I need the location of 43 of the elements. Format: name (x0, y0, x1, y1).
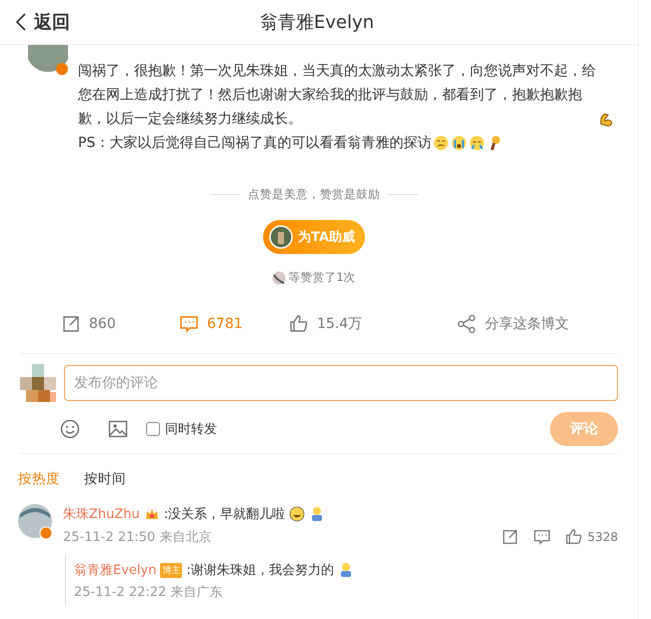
avatar (20, 364, 56, 402)
comment-icon[interactable] (533, 528, 552, 546)
reply-text: :谢谢朱珠姐，我会努力的 (186, 562, 334, 579)
image-icon[interactable] (108, 419, 128, 439)
comment-text: :没关系，早就翻儿啦 (164, 506, 286, 523)
repost-button[interactable]: 860 (61, 314, 179, 334)
page-title: 翁青雅Evelyn (258, 11, 376, 34)
share-button[interactable]: 分享这条博文 (457, 314, 569, 334)
thumbs-up-icon (565, 528, 584, 546)
like-button[interactable]: 5328 (565, 528, 618, 546)
comment-field[interactable]: 发布你的评论 (64, 365, 618, 401)
checkbox-label: 同时转发 (165, 421, 217, 438)
checkbox[interactable] (146, 422, 160, 436)
comment-button[interactable]: 6781 (179, 314, 289, 334)
comment-icon (179, 314, 199, 334)
avatar (269, 225, 294, 249)
share-icon (457, 314, 477, 334)
reward-slogan: 点赞是美意，赞赏是鼓励 (248, 187, 380, 202)
like-button[interactable]: 15.4万 (289, 314, 457, 334)
thumbs-up-icon (289, 314, 309, 334)
commenter-name[interactable]: 翁青雅Evelyn (74, 561, 156, 579)
post-text: PS：大家以后觉得自己闯祸了真的可以看看翁青雅的探访 (78, 134, 432, 153)
reply-time: 25-11-2 22:22 来自广东 (74, 584, 224, 602)
avatar (28, 45, 68, 75)
share-out-icon[interactable] (501, 528, 520, 546)
post-text: 闯祸了，很抱歉！第一次见朱珠姐，当天真的太激动太紧张了，向您说声对不起，给您在网上造成打扰了！然后也谢谢大家给我的批评与鼓励，都看到了，抱歉抱歉抱歉，以后一定会继续努力继续成长。 (78, 62, 596, 129)
emoji-icon (451, 135, 468, 151)
smiley-icon[interactable] (60, 419, 80, 439)
avatar (272, 270, 286, 284)
emoji-icon (469, 135, 486, 151)
commenter-name[interactable]: 朱珠ZhuZhu (63, 505, 140, 523)
reward-count: 等赞赏了1次 (288, 270, 356, 285)
share-out-icon (61, 314, 81, 334)
author-badge: 博主 (160, 562, 182, 578)
chevron-left-icon (16, 13, 26, 31)
emoji-icon (433, 135, 450, 151)
avatar (18, 504, 54, 540)
sort-tab[interactable]: 按热度 (18, 470, 60, 488)
back-button[interactable]: 返回 (16, 10, 70, 34)
comment-time: 25-11-2 21:50 来自北京 (63, 529, 212, 546)
arm-icon (598, 111, 614, 127)
sort-tab[interactable]: 按时间 (84, 470, 126, 488)
emoji-icon (289, 506, 306, 522)
